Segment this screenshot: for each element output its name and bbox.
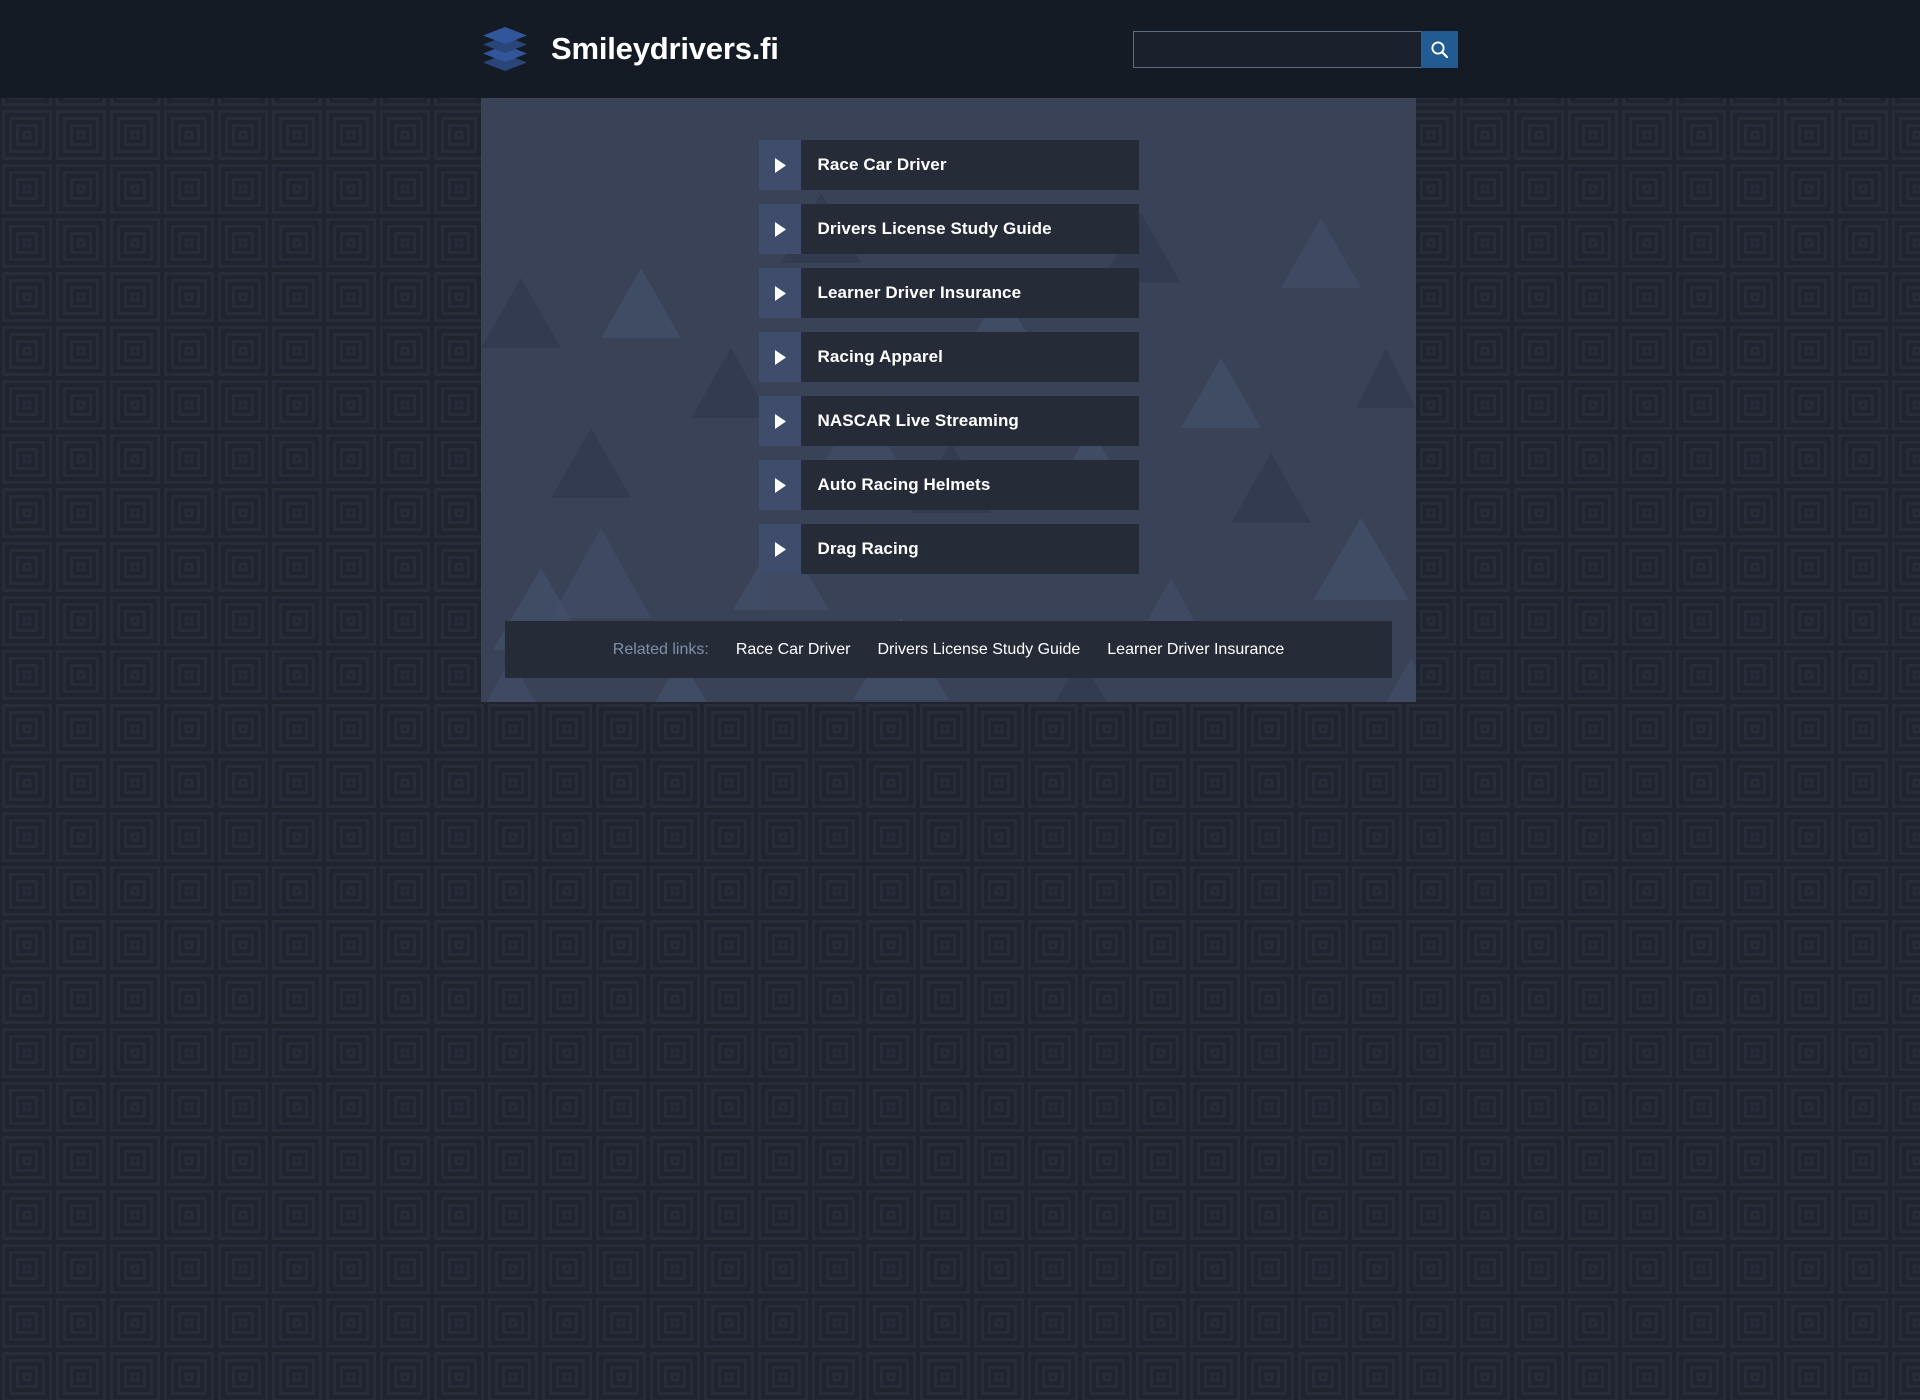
topic-label: NASCAR Live Streaming: [817, 411, 1019, 430]
brand-name: Smileydrivers.fi: [551, 31, 779, 66]
topic-item[interactable]: Auto Racing Helmets: [758, 460, 1139, 510]
topic-label-box: Drag Racing: [800, 524, 1139, 574]
topic-label: Learner Driver Insurance: [817, 283, 1022, 302]
topic-item[interactable]: Drivers License Study Guide: [758, 204, 1139, 254]
topic-arrow-box: [758, 396, 801, 446]
related-link[interactable]: Drivers License Study Guide: [878, 641, 1081, 659]
topic-item[interactable]: Drag Racing: [758, 524, 1139, 574]
topic-item[interactable]: NASCAR Live Streaming: [758, 396, 1139, 446]
topic-item[interactable]: Race Car Driver: [758, 140, 1139, 190]
topic-arrow-box: [758, 460, 801, 510]
play-arrow-icon: [774, 221, 786, 237]
topic-arrow-box: [758, 140, 801, 190]
topic-label-box: Racing Apparel: [800, 332, 1139, 382]
topic-label: Racing Apparel: [817, 347, 943, 366]
topic-label: Drag Racing: [817, 539, 919, 558]
topic-item[interactable]: Racing Apparel: [758, 332, 1139, 382]
topic-label-box: Race Car Driver: [800, 140, 1139, 190]
topic-label: Race Car Driver: [817, 155, 947, 174]
play-arrow-icon: [774, 477, 786, 493]
related-links-label: Related links:: [612, 640, 709, 658]
play-arrow-icon: [774, 541, 786, 557]
topic-label: Drivers License Study Guide: [817, 219, 1052, 238]
play-arrow-icon: [774, 413, 786, 429]
play-arrow-icon: [774, 285, 786, 301]
site-header: Smileydrivers.fi: [0, 0, 1920, 98]
search-bar: [1132, 30, 1458, 68]
topic-label-box: Auto Racing Helmets: [800, 460, 1139, 510]
stacked-layers-icon: [483, 27, 527, 71]
brand[interactable]: Smileydrivers.fi: [478, 23, 779, 75]
topic-label-box: Learner Driver Insurance: [800, 268, 1139, 318]
topic-label: Auto Racing Helmets: [817, 475, 991, 494]
topic-item[interactable]: Learner Driver Insurance: [758, 268, 1139, 318]
search-button[interactable]: [1420, 30, 1458, 68]
topic-arrow-box: [758, 332, 801, 382]
content-container: Race Car Driver Drivers License Study Gu…: [481, 98, 1416, 702]
topic-label-box: Drivers License Study Guide: [800, 204, 1139, 254]
search-icon: [1431, 40, 1448, 58]
play-arrow-icon: [774, 157, 786, 173]
related-links-bar: Related links: Race Car Driver Drivers L…: [505, 621, 1392, 678]
topic-label-box: NASCAR Live Streaming: [800, 396, 1139, 446]
related-link[interactable]: Learner Driver Insurance: [1107, 641, 1284, 659]
topic-arrow-box: [758, 204, 801, 254]
topic-arrow-box: [758, 268, 801, 318]
topic-arrow-box: [758, 524, 801, 574]
search-input[interactable]: [1132, 30, 1421, 68]
topic-list: Race Car Driver Drivers License Study Gu…: [481, 98, 1416, 574]
related-link[interactable]: Race Car Driver: [736, 641, 851, 659]
play-arrow-icon: [774, 349, 786, 365]
